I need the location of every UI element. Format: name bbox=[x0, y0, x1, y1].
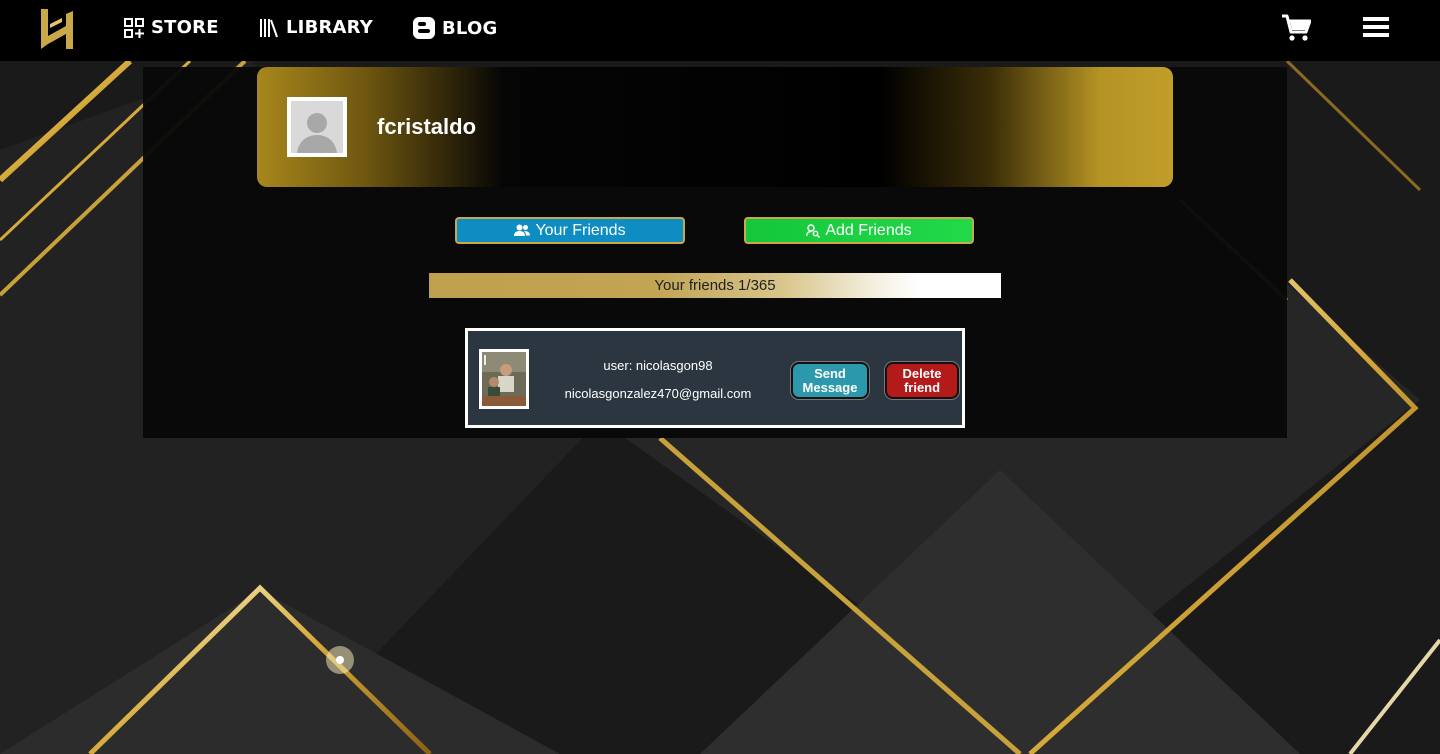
cart-icon[interactable] bbox=[1281, 14, 1311, 42]
users-icon bbox=[514, 224, 531, 236]
nav-store[interactable]: STORE bbox=[124, 17, 219, 38]
your-friends-button[interactable]: Your Friends bbox=[455, 217, 685, 244]
hamburger-menu-icon[interactable] bbox=[1363, 16, 1389, 38]
friend-photo bbox=[482, 352, 526, 406]
nav-blog-label: BLOG bbox=[442, 17, 498, 39]
friend-email: nicolasgonzalez470@gmail.com bbox=[564, 386, 752, 401]
nav-store-label: STORE bbox=[151, 17, 219, 38]
library-books-icon bbox=[260, 18, 278, 37]
add-friends-button[interactable]: Add Friends bbox=[744, 217, 974, 244]
default-user-icon bbox=[297, 113, 337, 153]
profile-username: fcristaldo bbox=[377, 114, 477, 139]
send-message-button[interactable]: Send Message bbox=[791, 362, 869, 399]
friend-avatar[interactable] bbox=[479, 349, 529, 409]
user-search-icon bbox=[806, 223, 821, 238]
nav-library-label: LIBRARY bbox=[286, 17, 373, 38]
profile-avatar bbox=[287, 97, 347, 157]
blogger-icon bbox=[413, 17, 435, 39]
friends-count-bar: Your friends 1/365 bbox=[429, 273, 1001, 298]
brand-logo[interactable] bbox=[38, 6, 76, 52]
nav-library[interactable]: LIBRARY bbox=[259, 17, 373, 38]
delete-friend-button[interactable]: Delete friend bbox=[885, 362, 959, 399]
profile-banner: fcristaldo bbox=[257, 67, 1173, 187]
top-navbar: STORE LIBRARY BLOG bbox=[0, 0, 1440, 61]
friends-panel: fcristaldo Your Friends Add Friends Your… bbox=[143, 67, 1287, 438]
nav-blog[interactable]: BLOG bbox=[413, 17, 497, 39]
friend-card: user: nicolasgon98 nicolasgonzalez470@gm… bbox=[465, 328, 965, 428]
store-grid-icon bbox=[124, 17, 144, 38]
your-friends-label: Your Friends bbox=[535, 221, 626, 239]
friend-username: user: nicolasgon98 bbox=[603, 358, 713, 373]
add-friends-label: Add Friends bbox=[825, 221, 912, 239]
